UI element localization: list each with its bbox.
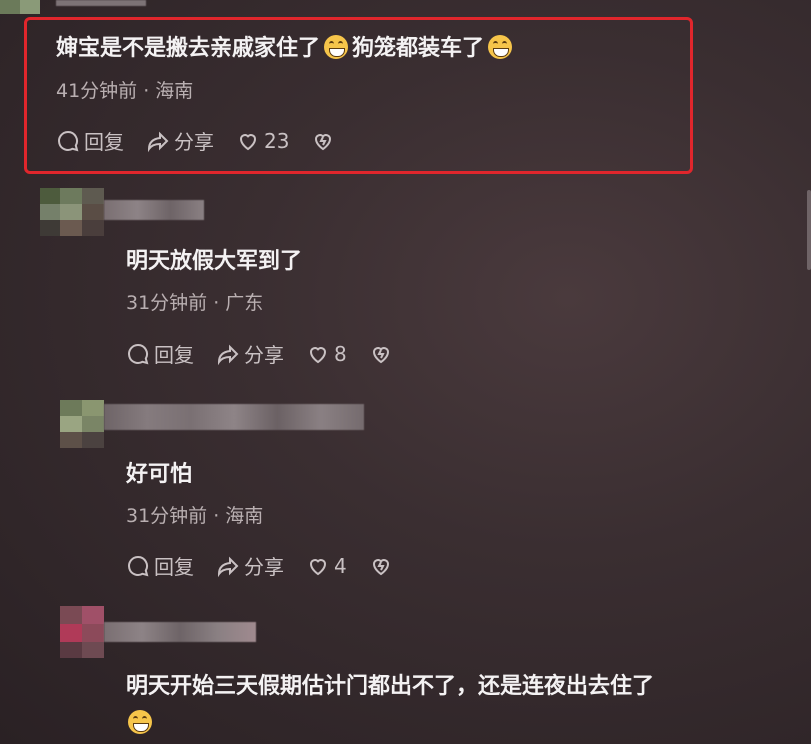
dislike-button[interactable] bbox=[369, 342, 397, 366]
comment-actions: 回复 分享 4 bbox=[126, 551, 419, 580]
scrollbar[interactable] bbox=[807, 190, 811, 270]
broken-heart-icon bbox=[372, 346, 389, 363]
share-arrow-icon bbox=[217, 344, 239, 365]
like-button[interactable]: 4 bbox=[306, 554, 347, 578]
heart-icon bbox=[309, 558, 327, 575]
avatar[interactable] bbox=[40, 188, 104, 236]
dislike-button[interactable] bbox=[369, 554, 397, 578]
reply-button[interactable]: 回复 bbox=[56, 126, 124, 155]
share-button[interactable]: 分享 bbox=[146, 126, 214, 155]
reply-label: 回复 bbox=[84, 130, 124, 154]
comment-bubble-icon bbox=[58, 130, 79, 151]
username-blurred[interactable] bbox=[104, 622, 256, 642]
comment-actions: 回复 分享 23 bbox=[56, 126, 361, 155]
avatar[interactable] bbox=[60, 400, 104, 448]
comment-text: 好可怕 bbox=[126, 462, 193, 487]
comment-bubble-icon bbox=[128, 343, 149, 364]
comment-text: 明天放假大军到了 bbox=[126, 249, 303, 274]
grin-emoji-icon bbox=[488, 35, 513, 59]
like-button[interactable]: 8 bbox=[306, 342, 347, 366]
rofl-emoji-icon bbox=[324, 35, 349, 59]
like-count: 4 bbox=[334, 553, 347, 578]
heart-icon bbox=[239, 133, 257, 150]
like-count: 23 bbox=[264, 128, 290, 153]
share-label: 分享 bbox=[174, 130, 214, 154]
comment-actions: 回复 分享 8 bbox=[126, 339, 419, 368]
comment-meta: 41分钟前 · 海南 bbox=[56, 80, 194, 102]
like-count: 8 bbox=[334, 341, 347, 366]
avatar[interactable] bbox=[0, 0, 40, 14]
like-button[interactable]: 23 bbox=[236, 129, 289, 153]
share-label: 分享 bbox=[244, 343, 284, 367]
share-label: 分享 bbox=[244, 555, 284, 579]
username-blurred[interactable] bbox=[104, 404, 364, 430]
reply-button[interactable]: 回复 bbox=[126, 339, 194, 368]
avatar[interactable] bbox=[60, 606, 104, 658]
reply-label: 回复 bbox=[154, 555, 194, 579]
broken-heart-icon bbox=[315, 133, 332, 150]
share-arrow-icon bbox=[217, 556, 239, 577]
heart-icon bbox=[309, 346, 327, 363]
comment-text: 明天开始三天假期估计门都出不了，还是连夜出去住了 bbox=[126, 674, 655, 699]
comment-meta: 31分钟前 · 广东 bbox=[126, 292, 264, 314]
comment-meta: 31分钟前 · 海南 bbox=[126, 505, 264, 527]
comment-emoji bbox=[128, 710, 152, 734]
broken-heart-icon bbox=[372, 558, 389, 575]
comment-text: 婶宝是不是搬去亲戚家住了 狗笼都装车了 bbox=[56, 30, 516, 62]
username-blurred[interactable] bbox=[56, 0, 146, 6]
share-button[interactable]: 分享 bbox=[216, 551, 284, 580]
share-arrow-icon bbox=[147, 131, 169, 152]
reply-label: 回复 bbox=[154, 343, 194, 367]
rofl-emoji-icon bbox=[128, 710, 152, 734]
share-button[interactable]: 分享 bbox=[216, 339, 284, 368]
comment-text-part: 狗笼都装车了 bbox=[352, 36, 485, 61]
reply-button[interactable]: 回复 bbox=[126, 551, 194, 580]
comment-bubble-icon bbox=[128, 555, 149, 576]
dislike-button[interactable] bbox=[311, 129, 339, 153]
comment-text-part: 婶宝是不是搬去亲戚家住了 bbox=[56, 36, 321, 61]
username-blurred[interactable] bbox=[104, 200, 204, 220]
